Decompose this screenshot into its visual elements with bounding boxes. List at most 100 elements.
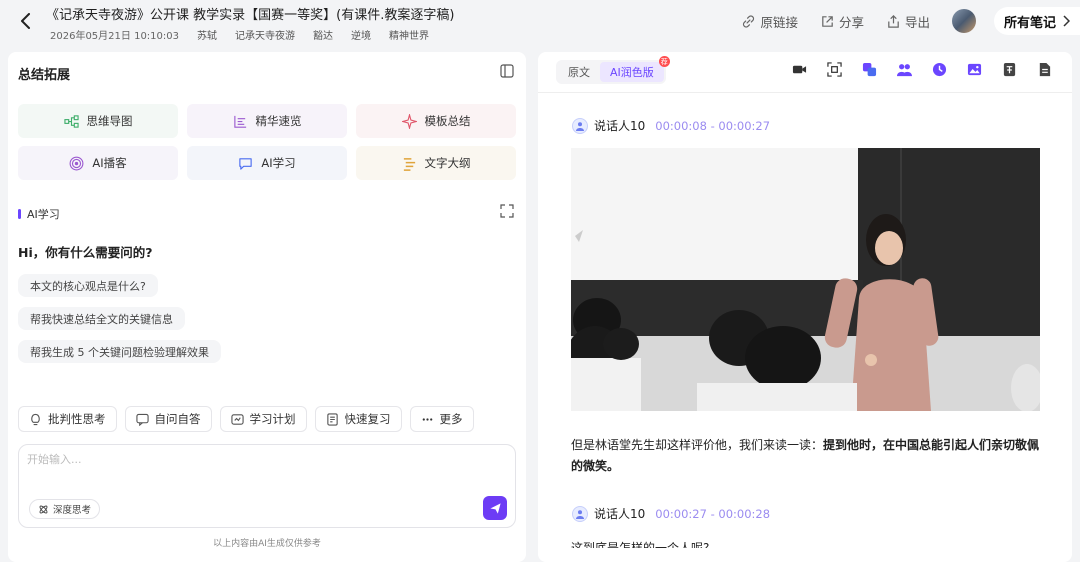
transcript-paragraph: 但是林语堂先生却这样评价他，我们来读一读：提到他时，在中国总能引起人们亲切敬佩的… xyxy=(571,435,1043,477)
speakers-icon[interactable] xyxy=(897,62,912,77)
mindmap-label: 思维导图 xyxy=(86,114,133,128)
tool-label: 自问自答 xyxy=(154,412,201,426)
tab-ai-polished[interactable]: AI润色版 荐 xyxy=(600,56,670,82)
share-button[interactable]: 分享 xyxy=(820,12,864,31)
suggestion-list: 本文的核心观点是什么? 帮我快速总结全文的关键信息 帮我生成 5 个关键问题检验… xyxy=(18,274,221,363)
scan-icon[interactable] xyxy=(827,62,842,77)
ai-section-title: AI学习 xyxy=(27,208,60,221)
avatar[interactable] xyxy=(951,9,976,33)
sparkle-icon xyxy=(401,113,417,129)
ai-disclaimer: 以上内容由AI生成仅供参考 xyxy=(213,539,321,549)
panel-title: 总结拓展 xyxy=(18,68,71,83)
send-icon xyxy=(489,502,501,514)
header: 《记承天寺夜游》公开课 教学实录【国赛一等奖】(有课件.教案逐字稿) 2026年… xyxy=(0,0,1080,48)
expand-icon[interactable] xyxy=(500,204,514,218)
timestamp[interactable]: 00:00:08 - 00:00:27 xyxy=(655,119,770,133)
header-actions: 原链接 分享 导出 所有笔记 xyxy=(741,7,1080,35)
atom-icon xyxy=(39,505,48,513)
ai-learn-button[interactable]: AI学习 xyxy=(187,146,347,180)
all-notes-label: 所有笔记 xyxy=(1003,15,1056,31)
speaker-line: 说话人10 00:00:08 - 00:00:27 xyxy=(572,117,770,134)
qa-icon xyxy=(135,413,149,426)
timestamp[interactable]: 00:00:27 - 00:00:28 xyxy=(655,507,770,521)
quick-review-button[interactable]: 快速复习 xyxy=(314,406,402,432)
paragraph-text: 但是林语堂先生却这样评价他，我们来读一读： xyxy=(571,438,824,452)
transcript-panel: 原文 AI润色版 荐 说话人10 00:00:08 - 00:00:27 但是林… xyxy=(538,52,1072,562)
summary-panel: 总结拓展 思维导图 精华速览 模板总结 AI播客 AI学习 文字大纲 AI学习 xyxy=(8,52,526,562)
suggestion-chip[interactable]: 帮我生成 5 个关键问题检验理解效果 xyxy=(18,340,221,363)
video-frame[interactable] xyxy=(571,148,1040,411)
tag[interactable]: 记承天寺夜游 xyxy=(231,26,299,43)
suggestion-chip[interactable]: 本文的核心观点是什么? xyxy=(18,274,158,297)
copy-icon[interactable] xyxy=(862,62,877,77)
ai-section-label: AI学习 xyxy=(18,206,60,222)
tag[interactable]: 豁达 xyxy=(309,26,337,43)
deep-think-toggle[interactable]: 深度思考 xyxy=(29,499,101,519)
suggestion-chip[interactable]: 帮我快速总结全文的关键信息 xyxy=(18,307,185,330)
critical-thinking-button[interactable]: 批判性思考 xyxy=(18,406,117,432)
doc-translate-icon[interactable] xyxy=(1002,62,1017,77)
tag[interactable]: 逆境 xyxy=(347,26,375,43)
ai-podcast-button[interactable]: AI播客 xyxy=(18,146,178,180)
tab-ai-polished-label: AI润色版 xyxy=(610,66,654,79)
video-icon[interactable] xyxy=(792,62,807,77)
sidebar-toggle-icon[interactable] xyxy=(500,64,514,78)
highlights-button[interactable]: 精华速览 xyxy=(187,104,347,138)
share-icon xyxy=(822,15,833,27)
outline-label: 文字大纲 xyxy=(424,156,471,170)
tab-original[interactable]: 原文 xyxy=(558,62,600,82)
section-marker xyxy=(18,209,21,219)
tool-label: 快速复习 xyxy=(344,412,391,426)
speaker-name[interactable]: 说话人10 xyxy=(594,117,645,134)
tool-label: 批判性思考 xyxy=(48,412,106,426)
mindmap-button[interactable]: 思维导图 xyxy=(18,104,178,138)
all-notes-button[interactable]: 所有笔记 xyxy=(993,7,1080,35)
chat-input-box: 深度思考 xyxy=(18,444,516,528)
highlights-label: 精华速览 xyxy=(255,114,302,128)
recommend-badge: 荐 xyxy=(658,56,670,67)
review-icon xyxy=(326,412,338,426)
deep-think-label: 深度思考 xyxy=(53,505,92,516)
clock-icon[interactable] xyxy=(932,62,947,77)
ai-podcast-label: AI播客 xyxy=(92,156,127,170)
link-icon xyxy=(743,14,755,28)
view-toolbar xyxy=(792,62,1052,77)
podcast-icon xyxy=(69,156,84,170)
chat-icon xyxy=(239,157,253,170)
more-icon xyxy=(422,417,432,421)
self-qa-button[interactable]: 自问自答 xyxy=(124,406,212,432)
image-icon[interactable] xyxy=(967,62,982,77)
export-icon xyxy=(888,14,899,28)
tag[interactable]: 苏轼 xyxy=(193,26,221,43)
transcript-paragraph-partial: 这到底是怎样的一个人呢? xyxy=(571,541,710,548)
send-button[interactable] xyxy=(483,496,507,520)
more-button[interactable]: 更多 xyxy=(409,406,474,432)
speaker-line: 说话人10 00:00:27 - 00:00:28 xyxy=(572,505,770,522)
tool-label: 学习计划 xyxy=(249,412,296,426)
classroom-image xyxy=(571,148,1040,411)
list-icon xyxy=(233,115,246,128)
tag[interactable]: 精神世界 xyxy=(385,26,433,43)
document-icon[interactable] xyxy=(1037,62,1052,77)
ai-learn-label: AI学习 xyxy=(261,156,296,170)
link-button[interactable]: 原链接 xyxy=(741,12,798,31)
tool-label: 更多 xyxy=(439,412,463,426)
version-tabs: 原文 AI润色版 荐 xyxy=(556,56,670,84)
greeting: Hi，你有什么需要问的? xyxy=(18,245,153,260)
chat-input[interactable] xyxy=(27,453,467,466)
chevron-right-icon xyxy=(1063,15,1070,27)
tool-bar: 批判性思考 自问自答 学习计划 快速复习 更多 xyxy=(18,406,474,432)
share-label: 分享 xyxy=(838,14,864,30)
speaker-name[interactable]: 说话人10 xyxy=(594,505,645,522)
template-summary-label: 模板总结 xyxy=(424,114,471,128)
feature-grid: 思维导图 精华速览 模板总结 AI播客 AI学习 文字大纲 xyxy=(18,104,516,180)
template-summary-button[interactable]: 模板总结 xyxy=(356,104,516,138)
study-plan-button[interactable]: 学习计划 xyxy=(219,406,307,432)
export-button[interactable]: 导出 xyxy=(886,12,930,31)
plan-icon xyxy=(230,413,244,425)
outline-button[interactable]: 文字大纲 xyxy=(356,146,516,180)
back-icon[interactable] xyxy=(16,10,36,32)
export-label: 导出 xyxy=(904,14,930,30)
mindmap-icon xyxy=(63,114,79,128)
date-text: 2026年05月21日 10:10:03 xyxy=(50,31,179,42)
